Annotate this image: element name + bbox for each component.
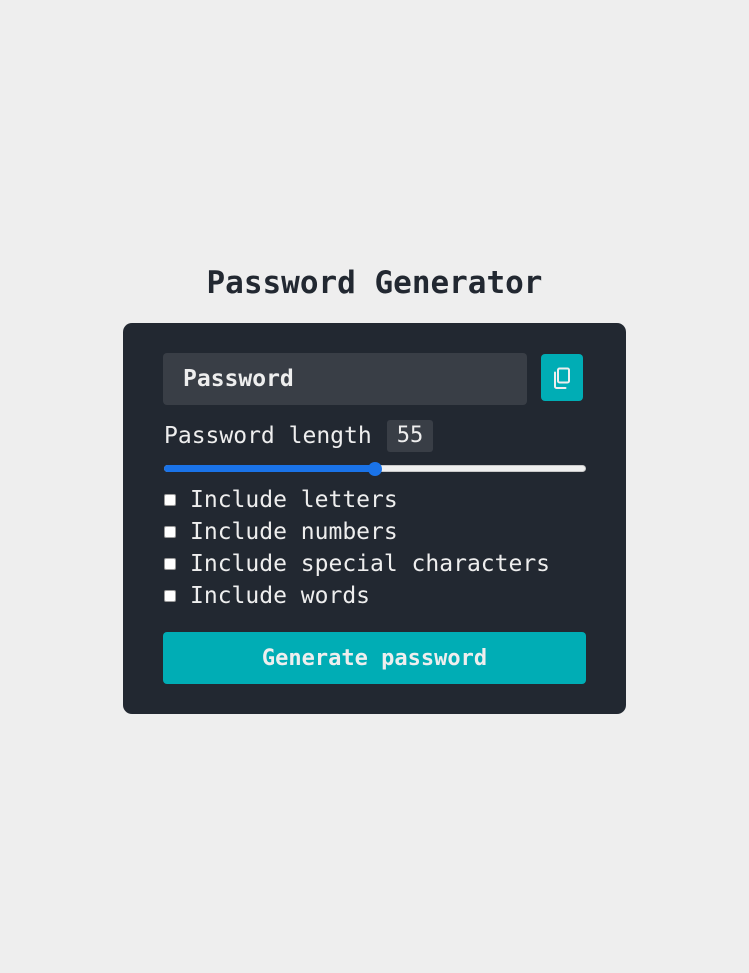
length-row: Password length 55 xyxy=(164,420,434,452)
numbers-checkbox[interactable] xyxy=(164,526,176,538)
option-label: Include words xyxy=(190,583,371,609)
slider-thumb[interactable] xyxy=(368,462,382,476)
page-title: Password Generator xyxy=(206,265,543,301)
length-slider[interactable] xyxy=(164,462,586,476)
options-list: Include letters Include numbers Include … xyxy=(164,484,550,612)
option-words[interactable]: Include words xyxy=(164,580,550,612)
option-label: Include special characters xyxy=(190,551,551,577)
length-value: 55 xyxy=(386,420,434,452)
option-numbers[interactable]: Include numbers xyxy=(164,516,550,548)
words-checkbox[interactable] xyxy=(164,590,176,602)
copy-button[interactable] xyxy=(541,354,583,401)
option-label: Include numbers xyxy=(190,519,398,545)
option-special-characters[interactable]: Include special characters xyxy=(164,548,550,580)
generate-button[interactable]: Generate password xyxy=(163,632,586,684)
copy-icon xyxy=(554,367,570,389)
slider-fill xyxy=(164,465,375,472)
length-label: Password length xyxy=(164,423,372,449)
option-letters[interactable]: Include letters xyxy=(164,484,550,516)
special-characters-checkbox[interactable] xyxy=(164,558,176,570)
password-field[interactable] xyxy=(163,353,527,405)
option-label: Include letters xyxy=(190,487,398,513)
generator-card: Password length 55 Include letters Inclu… xyxy=(123,323,626,714)
letters-checkbox[interactable] xyxy=(164,494,176,506)
